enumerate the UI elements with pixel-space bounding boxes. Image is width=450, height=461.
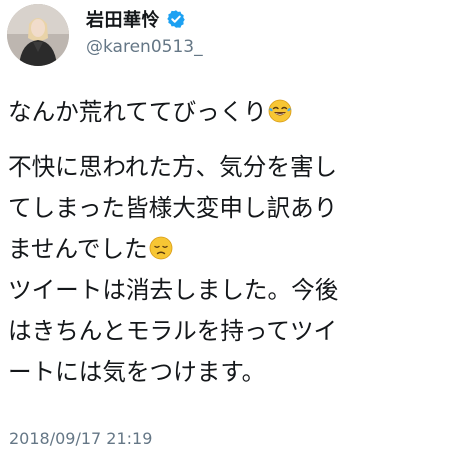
display-name-row: 岩田華怜 <box>86 7 436 31</box>
tweet-line-4: ませんでした <box>8 229 438 270</box>
tweet-line-6: はきちんとモラルを持ってツイ <box>8 317 338 345</box>
tweet-text-segment: ませんでした <box>8 235 148 263</box>
tweet-line-2: 不快に思われた方、気分を害し <box>8 153 338 181</box>
user-handle[interactable]: @karen0513_ <box>86 37 436 57</box>
tweet-line-1: なんか荒れててびっくり <box>8 92 438 133</box>
tweet-line-7: ートには気をつけます。 <box>8 358 266 386</box>
tweet-card: 岩田華怜 @karen0513_ なんか荒れててびっくり 不快に思われた方、気分… <box>0 0 450 461</box>
profile-photo-icon <box>7 4 69 66</box>
tweet-timestamp[interactable]: 2018/09/17 21:19 <box>9 429 152 448</box>
display-name[interactable]: 岩田華怜 <box>86 6 160 32</box>
verified-badge-icon <box>166 9 186 29</box>
tweet-line-5: ツイートは消去しました。今後 <box>8 276 339 304</box>
disappointed-face-emoji-icon <box>149 236 173 260</box>
face-with-tears-of-joy-emoji-icon <box>268 99 292 123</box>
tweet-line-3: てしまった皆様大変申し訳あり <box>8 194 338 222</box>
user-info: 岩田華怜 @karen0513_ <box>86 7 436 57</box>
tweet-text: なんか荒れててびっくり 不快に思われた方、気分を害し てしまった皆様大変申し訳あ… <box>8 92 438 393</box>
tweet-text-segment: なんか荒れててびっくり <box>8 98 267 126</box>
avatar[interactable] <box>7 4 69 66</box>
